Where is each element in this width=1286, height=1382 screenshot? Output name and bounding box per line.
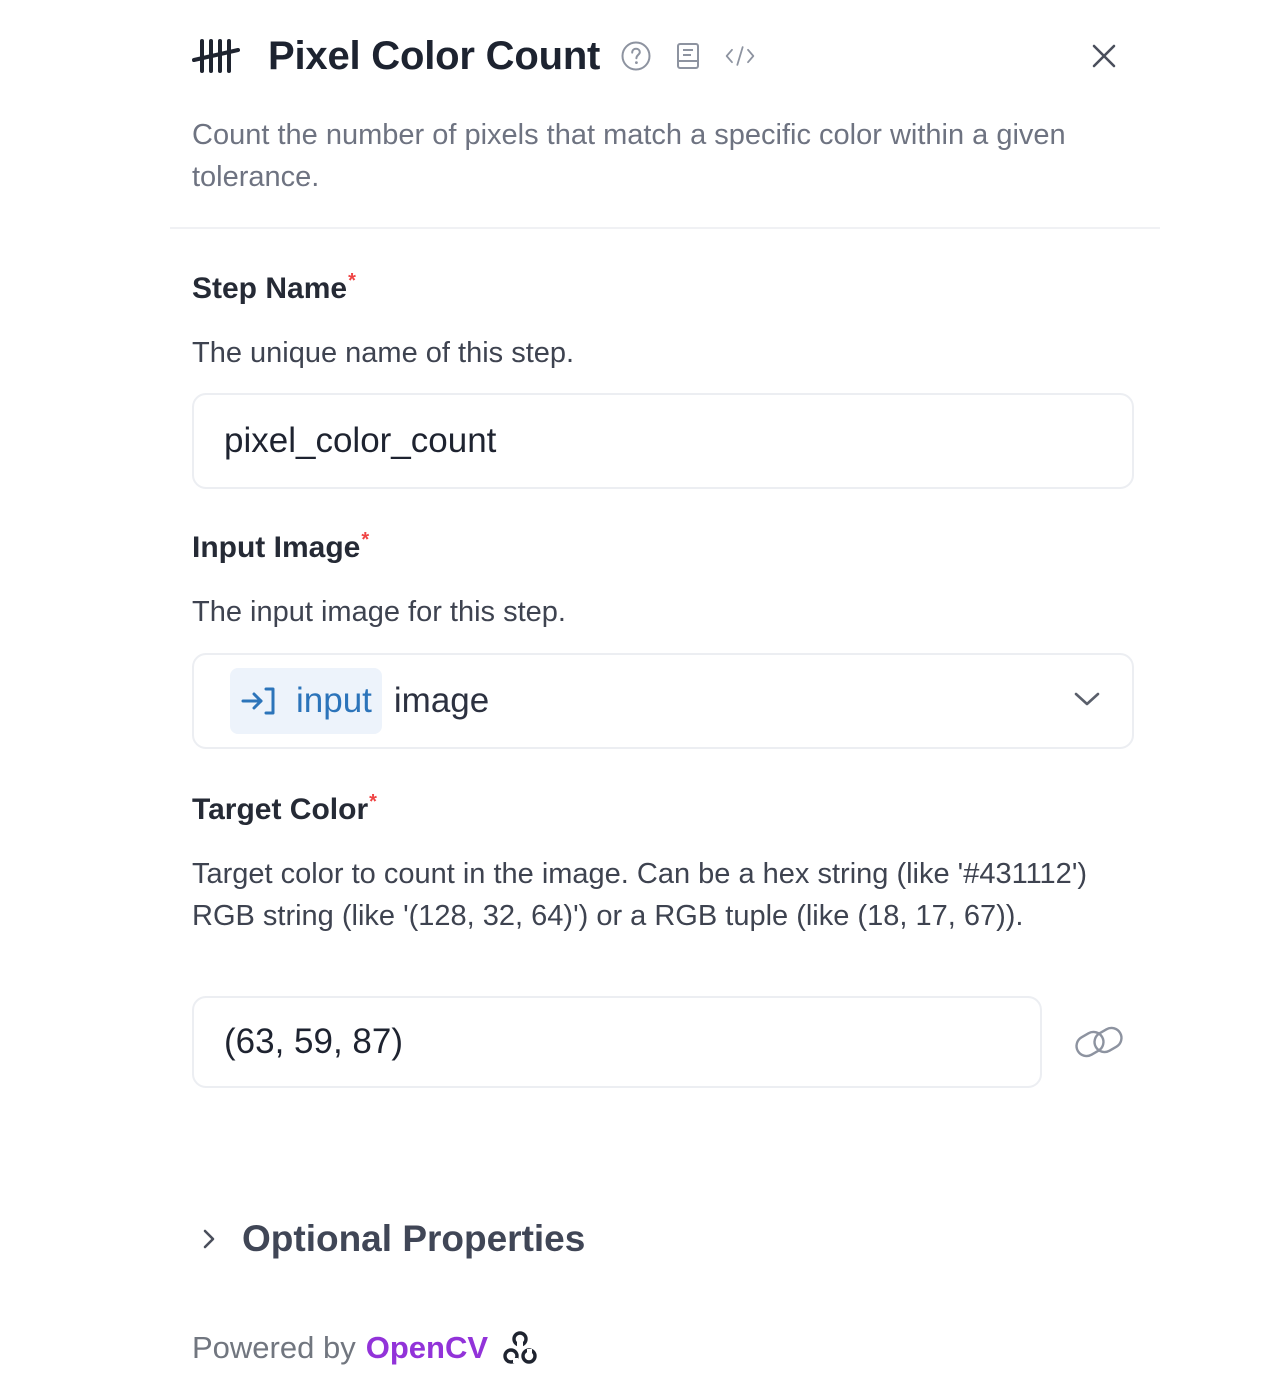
- powered-by-text: Powered by: [192, 1330, 356, 1365]
- input-image-select[interactable]: input image: [192, 653, 1134, 749]
- chevron-right-icon: [198, 1225, 220, 1253]
- book-icon[interactable]: [672, 40, 704, 72]
- help-circle-icon[interactable]: [620, 40, 652, 72]
- tally-icon: [192, 36, 240, 76]
- opencv-link[interactable]: OpenCV: [366, 1330, 488, 1366]
- target-color-input[interactable]: (63, 59, 87): [192, 996, 1042, 1088]
- panel-title: Pixel Color Count: [268, 33, 601, 78]
- header-actions: [620, 40, 756, 72]
- block-config-panel: Pixel Color Count Count the number of pi…: [0, 0, 1286, 1382]
- header-divider: [170, 227, 1160, 229]
- input-source-chip: input: [230, 668, 382, 734]
- input-image-help: The input image for this step.: [192, 596, 566, 628]
- step-name-label: Step Name*: [192, 270, 356, 306]
- input-image-label: Input Image*: [192, 529, 370, 565]
- required-marker: *: [369, 791, 377, 813]
- input-image-value: image: [393, 681, 490, 720]
- target-color-value: (63, 59, 87): [224, 1022, 403, 1061]
- required-marker: *: [361, 529, 370, 551]
- code-icon[interactable]: [724, 40, 756, 72]
- block-description: Count the number of pixels that match a …: [192, 119, 1066, 193]
- link-icon[interactable]: [1072, 1020, 1126, 1064]
- chevron-down-icon: [1072, 689, 1102, 709]
- step-name-label-text: Step Name: [192, 272, 348, 305]
- target-color-label: Target Color*: [192, 791, 377, 827]
- close-icon[interactable]: [1086, 38, 1122, 74]
- optional-properties-toggle[interactable]: Optional Properties: [198, 1214, 585, 1264]
- step-name-input[interactable]: pixel_color_count: [192, 393, 1134, 489]
- powered-by-footer: Powered by OpenCV: [192, 1326, 538, 1370]
- input-image-label-text: Input Image: [192, 531, 361, 564]
- step-name-help: The unique name of this step.: [192, 337, 575, 369]
- optional-properties-label: Optional Properties: [242, 1218, 586, 1259]
- step-name-value: pixel_color_count: [224, 421, 497, 460]
- opencv-logo-icon: [502, 1330, 538, 1366]
- input-arrow-icon: [240, 684, 278, 718]
- target-color-help: Target color to count in the image. Can …: [192, 858, 1088, 932]
- required-marker: *: [348, 270, 356, 292]
- input-chip-label: input: [296, 681, 372, 720]
- target-color-label-text: Target Color: [192, 793, 369, 826]
- panel-header: Pixel Color Count: [192, 28, 1122, 84]
